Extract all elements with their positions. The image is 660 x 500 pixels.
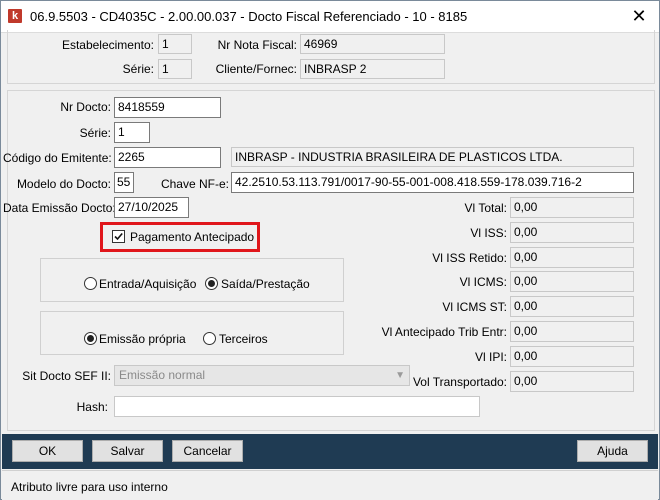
hash-input[interactable] [114,396,480,417]
valor-label: Vl ISS Retido: [432,251,507,265]
close-icon[interactable]: ✕ [627,5,651,27]
valor-field: 0,00 [510,271,634,292]
cancelar-button[interactable]: Cancelar [172,440,243,462]
valor-label: Vl Total: [464,201,507,215]
estabelecimento-label: Estabelecimento: [61,38,154,52]
cliente-fornec-field: INBRASP 2 [300,59,445,79]
valor-field: 0,00 [510,222,634,243]
nr-nota-fiscal-label: Nr Nota Fiscal: [217,38,297,52]
sit-docto-label: Sit Docto SEF II: [22,369,111,383]
emissao-propria-radio[interactable] [84,332,97,345]
chave-nfe-label: Chave NF-e: [160,177,229,191]
valor-field: 0,00 [510,296,634,317]
check-icon [114,232,123,241]
emitente-nome-field: INBRASP - INDUSTRIA BRASILEIRA DE PLASTI… [231,147,634,167]
codigo-emitente-label: Código do Emitente: [3,151,112,165]
valor-label: Vl IPI: [474,350,507,364]
nr-docto-input[interactable]: 8418559 [114,97,221,118]
header-serie-field: 1 [158,59,192,79]
app-icon: k [8,9,22,23]
ajuda-button[interactable]: Ajuda [577,440,648,462]
pagamento-antecipado-label: Pagamento Antecipado [130,230,255,244]
chave-nfe-input[interactable]: 42.2510.53.113.791/0017-90-55-001-008.41… [231,172,634,193]
button-bar: OK Salvar Cancelar Ajuda [2,434,658,469]
title-bar: k 06.9.5503 - CD4035C - 2.00.00.037 - Do… [1,1,659,33]
valor-label: Vl ISS: [470,226,507,240]
nr-docto-label: Nr Docto: [60,100,111,114]
salvar-button[interactable]: Salvar [92,440,163,462]
saida-prestacao-label[interactable]: Saída/Prestação [221,277,310,291]
window-title: 06.9.5503 - CD4035C - 2.00.00.037 - Doct… [30,9,468,24]
emissao-propria-label[interactable]: Emissão própria [99,332,186,346]
codigo-emitente-input[interactable]: 2265 [114,147,221,168]
terceiros-radio[interactable] [203,332,216,345]
terceiros-label[interactable]: Terceiros [219,332,268,346]
valor-label: Vl ICMS ST: [442,300,507,314]
dialog-window: k 06.9.5503 - CD4035C - 2.00.00.037 - Do… [0,0,660,500]
valor-field: 0,00 [510,346,634,367]
data-emissao-input[interactable]: 27/10/2025 [114,197,189,218]
valor-field: 0,00 [510,197,634,218]
nr-nota-fiscal-field: 46969 [300,34,445,54]
hash-label: Hash: [76,400,108,414]
valor-field: 0,00 [510,247,634,268]
saida-prestacao-radio[interactable] [205,277,218,290]
estabelecimento-field: 1 [158,34,192,54]
entrada-aquisicao-radio[interactable] [84,277,97,290]
valor-label: Vol Transportado: [412,375,507,389]
serie-input[interactable]: 1 [114,122,150,143]
valor-label: Vl Antecipado Trib Entr: [381,325,507,339]
header-serie-label: Série: [122,62,154,76]
serie-label: Série: [79,126,111,140]
entrada-aquisicao-label[interactable]: Entrada/Aquisição [99,277,196,291]
modelo-docto-input[interactable]: 55 [114,172,134,193]
ok-button[interactable]: OK [12,440,83,462]
cliente-fornec-label: Cliente/Fornec: [215,62,297,76]
pagamento-antecipado-checkbox[interactable] [112,230,125,243]
sit-docto-value: Emissão normal [119,368,206,382]
status-bar: Atributo livre para uso interno [2,470,658,500]
valor-field: 0,00 [510,371,634,392]
valor-label: Vl ICMS: [459,275,507,289]
status-text: Atributo livre para uso interno [11,480,168,494]
modelo-docto-label: Modelo do Docto: [16,177,111,191]
valor-field: 0,00 [510,321,634,342]
data-emissao-label: Data Emissão Docto: [3,201,116,215]
